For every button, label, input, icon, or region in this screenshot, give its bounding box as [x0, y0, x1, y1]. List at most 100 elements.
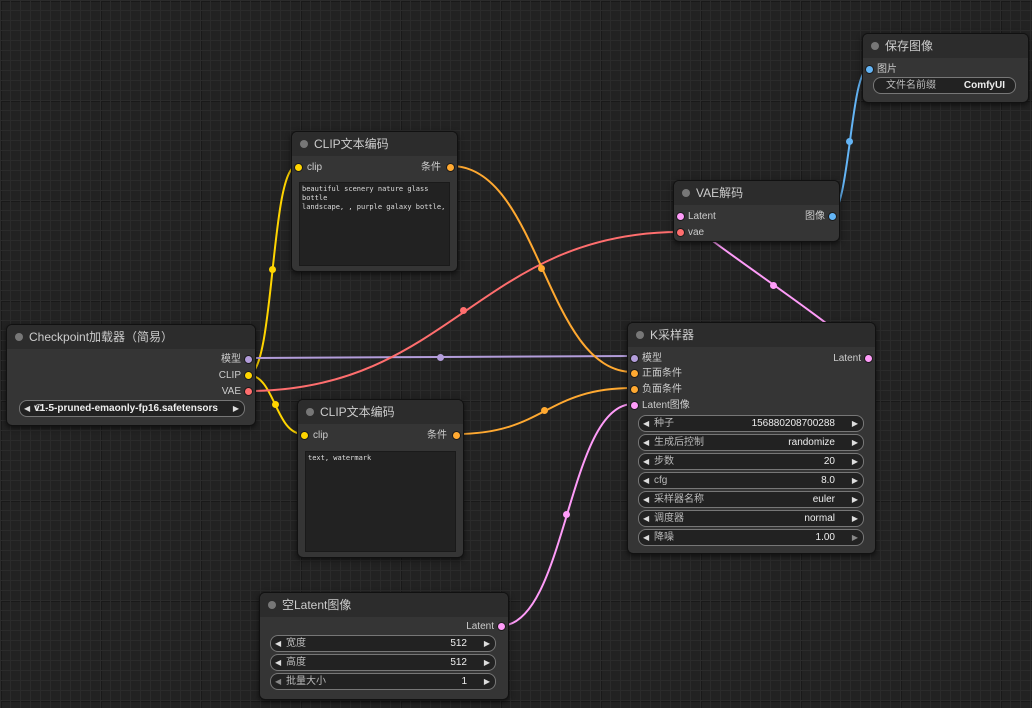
- decrement-arrow-icon[interactable]: ◀: [643, 511, 649, 526]
- input-latent-image-dot[interactable]: [630, 401, 639, 410]
- input-latent-image-label: Latent图像: [642, 400, 690, 411]
- collapse-dot-icon[interactable]: [15, 333, 23, 341]
- increment-arrow-icon[interactable]: ▶: [852, 473, 858, 488]
- scheduler-widget[interactable]: ◀ 调度器 normal ▶: [638, 510, 864, 527]
- decrement-arrow-icon[interactable]: ◀: [643, 492, 649, 507]
- increment-arrow-icon[interactable]: ▶: [852, 454, 858, 469]
- input-negative-dot[interactable]: [630, 385, 639, 394]
- input-images-dot[interactable]: [865, 65, 874, 74]
- link-midpoint-negative[interactable]: [541, 407, 548, 414]
- output-conditioning-dot[interactable]: [446, 163, 455, 172]
- width-name: 宽度: [286, 638, 306, 649]
- output-image-dot[interactable]: [828, 212, 837, 221]
- node-title[interactable]: Checkpoint加载器（简易）: [7, 325, 255, 349]
- increment-arrow-icon[interactable]: ▶: [484, 674, 490, 689]
- link-midpoint-ksampler-latent[interactable]: [770, 282, 777, 289]
- decrement-arrow-icon[interactable]: ◀: [643, 530, 649, 545]
- output-clip-dot[interactable]: [244, 371, 253, 380]
- control-after-generate-widget[interactable]: ◀ 生成后控制 randomize ▶: [638, 434, 864, 451]
- filename-prefix-value: ComfyUI: [963, 80, 1005, 91]
- link-midpoint-vae[interactable]: [460, 307, 467, 314]
- collapse-dot-icon[interactable]: [682, 189, 690, 197]
- input-negative-label: 负面条件: [642, 384, 682, 395]
- input-vae-dot[interactable]: [676, 228, 685, 237]
- checkpoint-loader-node[interactable]: Checkpoint加载器（简易） 模型 CLIP VAE ◀ C... v1-…: [6, 324, 256, 426]
- decrement-arrow-icon[interactable]: ◀: [643, 416, 649, 431]
- output-latent-dot[interactable]: [864, 354, 873, 363]
- seed-widget[interactable]: ◀ 种子 156880208700288 ▶: [638, 415, 864, 432]
- input-positive-dot[interactable]: [630, 369, 639, 378]
- batch-size-widget[interactable]: ◀ 批量大小 1 ▶: [270, 673, 496, 690]
- prompt-textarea[interactable]: beautiful scenery nature glass bottle la…: [299, 182, 450, 266]
- increment-arrow-icon[interactable]: ▶: [484, 636, 490, 651]
- link-midpoint-clip-positive[interactable]: [269, 266, 276, 273]
- cfg-widget[interactable]: ◀ cfg 8.0 ▶: [638, 472, 864, 489]
- denoise-widget[interactable]: ◀ 降噪 1.00 ▶: [638, 529, 864, 546]
- width-widget[interactable]: ◀ 宽度 512 ▶: [270, 635, 496, 652]
- seed-value: 156880208700288: [751, 418, 835, 429]
- node-title[interactable]: CLIP文本编码: [292, 132, 457, 156]
- sampler-name-name: 采样器名称: [654, 494, 704, 505]
- link-midpoint-model[interactable]: [437, 354, 444, 361]
- decrement-arrow-icon[interactable]: ◀: [275, 674, 281, 689]
- node-title[interactable]: VAE解码: [674, 181, 839, 205]
- input-clip-dot[interactable]: [300, 431, 309, 440]
- decrement-arrow-icon[interactable]: ◀: [643, 435, 649, 450]
- output-conditioning-dot[interactable]: [452, 431, 461, 440]
- denoise-name: 降噪: [654, 532, 674, 543]
- filename-prefix-input[interactable]: 文件名前缀 ComfyUI: [873, 77, 1016, 94]
- save-image-node[interactable]: 保存图像 图片 文件名前缀 ComfyUI: [862, 33, 1029, 103]
- steps-widget[interactable]: ◀ 步数 20 ▶: [638, 453, 864, 470]
- collapse-dot-icon[interactable]: [636, 331, 644, 339]
- ckpt-name-combo[interactable]: ◀ C... v1-5-pruned-emaonly-fp16.safetens…: [19, 400, 245, 417]
- collapse-dot-icon[interactable]: [300, 140, 308, 148]
- increment-arrow-icon[interactable]: ▶: [484, 655, 490, 670]
- input-model-dot[interactable]: [630, 354, 639, 363]
- link-midpoint-positive[interactable]: [538, 265, 545, 272]
- decrement-arrow-icon[interactable]: ◀: [24, 401, 30, 416]
- increment-arrow-icon[interactable]: ▶: [852, 435, 858, 450]
- height-widget[interactable]: ◀ 高度 512 ▶: [270, 654, 496, 671]
- prompt-textarea[interactable]: text, watermark: [305, 451, 456, 552]
- decrement-arrow-icon[interactable]: ◀: [643, 473, 649, 488]
- node-title[interactable]: CLIP文本编码: [298, 400, 463, 424]
- ksampler-node[interactable]: K采样器 模型 正面条件 负面条件 Latent图像 Latent ◀ 种子 1…: [627, 322, 876, 554]
- decrement-arrow-icon[interactable]: ◀: [643, 454, 649, 469]
- output-conditioning-label: 条件: [427, 430, 447, 441]
- collapse-dot-icon[interactable]: [871, 42, 879, 50]
- input-positive-label: 正面条件: [642, 368, 682, 379]
- link-midpoint-image[interactable]: [846, 138, 853, 145]
- node-title[interactable]: 空Latent图像: [260, 593, 508, 617]
- empty-latent-title: 空Latent图像: [282, 598, 352, 612]
- node-title[interactable]: K采样器: [628, 323, 875, 347]
- decrement-arrow-icon[interactable]: ◀: [275, 636, 281, 651]
- sampler-name-widget[interactable]: ◀ 采样器名称 euler ▶: [638, 491, 864, 508]
- height-value: 512: [450, 657, 467, 668]
- collapse-dot-icon[interactable]: [268, 601, 276, 609]
- node-title[interactable]: 保存图像: [863, 34, 1028, 58]
- increment-arrow-icon[interactable]: ▶: [852, 416, 858, 431]
- clip-text-encode-negative-node[interactable]: CLIP文本编码 clip 条件 text, watermark: [297, 399, 464, 558]
- seed-name: 种子: [654, 418, 674, 429]
- increment-arrow-icon[interactable]: ▶: [233, 401, 239, 416]
- output-latent-dot[interactable]: [497, 622, 506, 631]
- collapse-dot-icon[interactable]: [306, 408, 314, 416]
- output-model-dot[interactable]: [244, 355, 253, 364]
- decrement-arrow-icon[interactable]: ◀: [275, 655, 281, 670]
- denoise-value: 1.00: [815, 532, 835, 543]
- input-latent-dot[interactable]: [676, 212, 685, 221]
- input-latent-label: Latent: [688, 211, 716, 222]
- input-clip-dot[interactable]: [294, 163, 303, 172]
- empty-latent-image-node[interactable]: 空Latent图像 Latent ◀ 宽度 512 ▶ ◀ 高度 512 ▶ ◀…: [259, 592, 509, 700]
- vae-decode-node[interactable]: VAE解码 Latent vae 图像: [673, 180, 840, 242]
- input-images-label: 图片: [877, 64, 897, 75]
- link-midpoint-empty-latent[interactable]: [563, 511, 570, 518]
- increment-arrow-icon[interactable]: ▶: [852, 492, 858, 507]
- increment-arrow-icon[interactable]: ▶: [852, 530, 858, 545]
- link-midpoint-clip-negative[interactable]: [272, 401, 279, 408]
- checkpoint-title: Checkpoint加载器（简易）: [29, 330, 174, 344]
- increment-arrow-icon[interactable]: ▶: [852, 511, 858, 526]
- clip-text-encode-positive-node[interactable]: CLIP文本编码 clip 条件 beautiful scenery natur…: [291, 131, 458, 272]
- input-clip-label: clip: [307, 162, 323, 173]
- output-vae-dot[interactable]: [244, 387, 253, 396]
